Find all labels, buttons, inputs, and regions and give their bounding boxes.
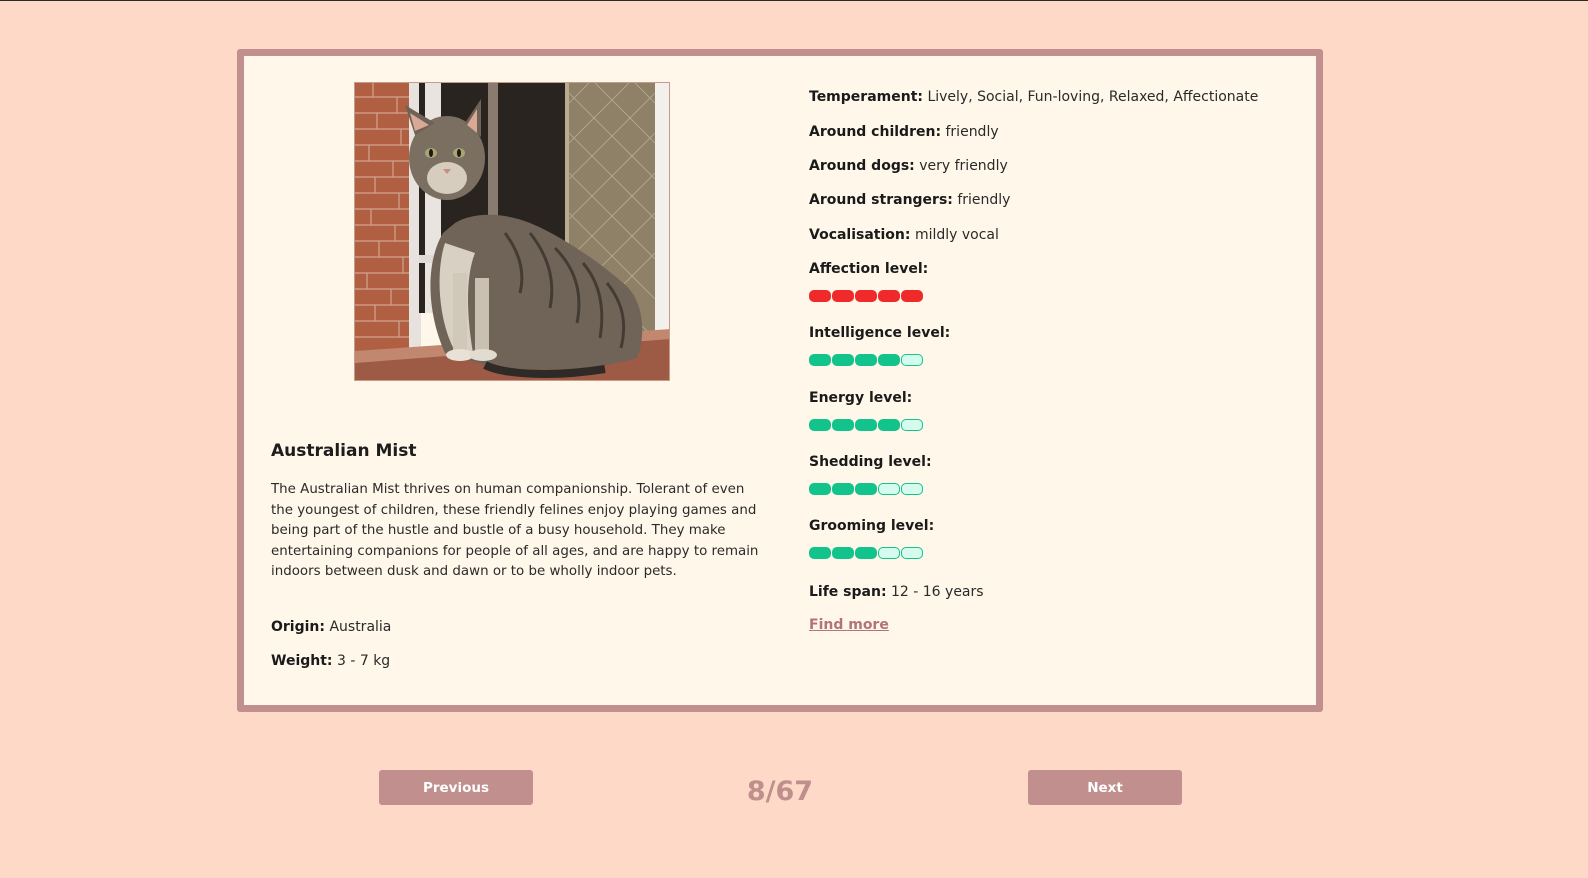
grooming-level-meter xyxy=(809,547,923,559)
level-pill-filled xyxy=(855,483,877,495)
level-pill-empty xyxy=(901,419,923,431)
strangers-row: Around strangers: friendly xyxy=(809,192,1010,208)
level-pill-filled xyxy=(809,354,831,366)
shedding-level-meter xyxy=(809,483,923,495)
affection-level-label: Affection level: xyxy=(809,261,929,277)
level-pill-filled xyxy=(809,483,831,495)
top-border-line xyxy=(0,0,1588,1)
level-pill-filled xyxy=(809,547,831,559)
level-pill-empty xyxy=(878,547,900,559)
intelligence-level-label: Intelligence level: xyxy=(809,325,951,341)
level-pill-filled xyxy=(855,419,877,431)
level-pill-filled xyxy=(878,290,900,302)
level-pill-filled xyxy=(809,290,831,302)
breed-details: Temperament: Lively, Social, Fun-loving,… xyxy=(809,56,1309,705)
strangers-value: friendly xyxy=(957,192,1011,208)
level-pill-filled xyxy=(878,354,900,366)
energy-level-meter xyxy=(809,419,923,431)
dogs-row: Around dogs: very friendly xyxy=(809,158,1008,174)
dogs-value: very friendly xyxy=(919,158,1008,174)
level-pill-filled xyxy=(832,419,854,431)
children-label: Around children: xyxy=(809,124,942,140)
life-span-value: 12 - 16 years xyxy=(891,584,984,600)
temperament-label: Temperament: xyxy=(809,89,923,105)
vocalisation-row: Vocalisation: mildly vocal xyxy=(809,227,999,243)
strangers-label: Around strangers: xyxy=(809,192,953,208)
breed-name: Australian Mist xyxy=(271,441,417,461)
energy-level-label: Energy level: xyxy=(809,390,913,406)
vocalisation-label: Vocalisation: xyxy=(809,227,911,243)
weight-value: 3 - 7 kg xyxy=(336,653,391,669)
breed-description: The Australian Mist thrives on human com… xyxy=(271,482,759,580)
level-pill-filled xyxy=(832,483,854,495)
dogs-label: Around dogs: xyxy=(809,158,915,174)
cat-photo xyxy=(354,82,670,381)
breed-card: Australian Mist The Australian Mist thri… xyxy=(237,49,1323,712)
temperament-value: Lively, Social, Fun-loving, Relaxed, Aff… xyxy=(927,89,1259,105)
intelligence-level-meter xyxy=(809,354,923,366)
level-pill-filled xyxy=(832,290,854,302)
life-span-label: Life span: xyxy=(809,584,887,600)
level-pill-filled xyxy=(855,290,877,302)
level-pill-filled xyxy=(809,419,831,431)
weight-row: Weight: 3 - 7 kg xyxy=(271,653,390,669)
weight-label: Weight: xyxy=(271,653,333,669)
cat-photo-image xyxy=(355,83,669,380)
level-pill-filled xyxy=(832,354,854,366)
next-button[interactable]: Next xyxy=(1028,770,1182,805)
temperament-row: Temperament: Lively, Social, Fun-loving,… xyxy=(809,89,1258,105)
children-row: Around children: friendly xyxy=(809,124,999,140)
level-pill-filled xyxy=(832,547,854,559)
page-counter: 8/67 xyxy=(746,776,814,807)
level-pill-filled xyxy=(855,354,877,366)
breed-overview: Australian Mist The Australian Mist thri… xyxy=(271,56,761,705)
level-pill-empty xyxy=(878,483,900,495)
level-pill-empty xyxy=(901,547,923,559)
level-pill-filled xyxy=(855,547,877,559)
level-pill-empty xyxy=(901,354,923,366)
life-span-row: Life span: 12 - 16 years xyxy=(809,584,984,600)
find-more-link[interactable]: Find more xyxy=(809,617,889,633)
previous-button[interactable]: Previous xyxy=(379,770,533,805)
children-value: friendly xyxy=(945,124,999,140)
shedding-level-label: Shedding level: xyxy=(809,454,932,470)
origin-label: Origin: xyxy=(271,619,325,635)
level-pill-filled xyxy=(901,290,923,302)
level-pill-filled xyxy=(878,419,900,431)
affection-level-meter xyxy=(809,290,923,302)
origin-value: Australia xyxy=(329,619,392,635)
level-pill-empty xyxy=(901,483,923,495)
origin-row: Origin: Australia xyxy=(271,619,391,635)
vocalisation-value: mildly vocal xyxy=(914,227,999,243)
grooming-level-label: Grooming level: xyxy=(809,518,935,534)
